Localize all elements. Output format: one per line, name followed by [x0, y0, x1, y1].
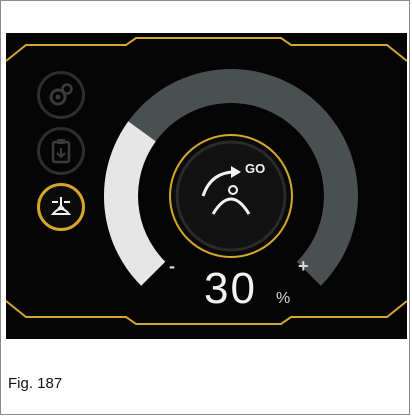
- figure-caption: Fig. 187: [8, 375, 63, 392]
- level-unit: %: [276, 290, 291, 307]
- go-label: GO: [245, 161, 266, 176]
- control-screen: GO - + 30 %: [6, 33, 407, 339]
- decrease-label[interactable]: -: [169, 256, 175, 277]
- increase-label[interactable]: +: [298, 256, 309, 277]
- go-button[interactable]: [177, 142, 285, 250]
- level-value: 30: [204, 264, 257, 313]
- lift-arrow-icon: [201, 166, 251, 215]
- figure-frame: GO - + 30 % Fig. 187: [0, 0, 410, 415]
